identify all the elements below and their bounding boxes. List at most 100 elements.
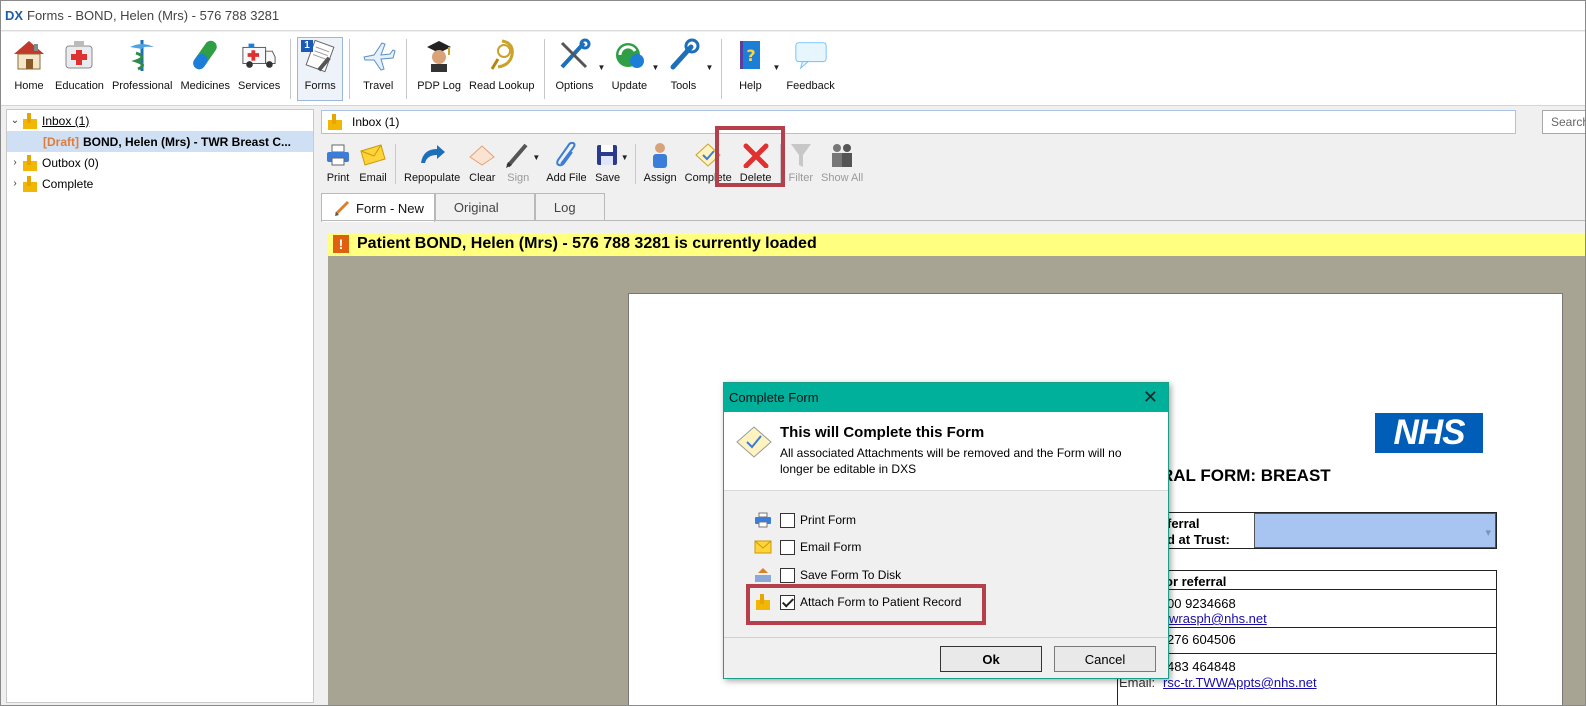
print-form-checkbox[interactable]: [780, 512, 795, 528]
feedback-icon: [793, 36, 829, 74]
chevron-down-icon[interactable]: ▼: [532, 153, 540, 162]
printer-icon: [752, 512, 774, 528]
people-icon: [828, 140, 856, 170]
update-icon: [611, 36, 647, 74]
complete-button-highlight: [715, 126, 785, 187]
nhs-logo: NHS: [1375, 413, 1483, 453]
option-save-to-disk[interactable]: Save Form To Disk: [752, 564, 901, 586]
ribbon-travel-button[interactable]: Travel: [356, 35, 400, 105]
chevron-down-icon[interactable]: ▼: [772, 63, 780, 72]
tree-item-inbox[interactable]: ⌄ Inbox (1): [7, 110, 313, 131]
tab-log[interactable]: Log: [534, 193, 605, 221]
complete-form-dialog: Complete Form ✕ This will Complete this …: [723, 382, 1169, 679]
add-file-button[interactable]: Add File: [542, 138, 590, 188]
ribbon-label: Tools: [670, 80, 697, 92]
ribbon-label: Professional: [111, 80, 173, 92]
folder-icon: [23, 112, 37, 129]
ribbon-home-button[interactable]: Home: [7, 35, 51, 105]
ribbon-feedback-button[interactable]: Feedback: [782, 35, 838, 105]
chevron-down-icon[interactable]: ▼: [651, 63, 659, 72]
table-divider: [1117, 627, 1497, 628]
tree-item-draft-form[interactable]: [Draft] BOND, Helen (Mrs) - TWR Breast C…: [7, 131, 313, 152]
chevron-down-icon[interactable]: ▼: [597, 63, 605, 72]
email-form-checkbox[interactable]: [780, 539, 795, 555]
email-link[interactable]: rsc-tr.TWWAppts@nhs.net: [1163, 675, 1317, 690]
folder-breadcrumb: Inbox (1): [321, 110, 1516, 134]
ribbon-medicines-button[interactable]: Medicines: [176, 35, 234, 105]
ribbon-read-lookup-button[interactable]: Read Lookup: [465, 35, 538, 105]
save-to-disk-checkbox[interactable]: [780, 567, 795, 583]
ambulance-icon: [241, 36, 277, 74]
repopulate-button[interactable]: Repopulate: [400, 138, 464, 188]
dialog-description: All associated Attachments will be remov…: [780, 446, 1122, 476]
ribbon-label: Read Lookup: [469, 80, 535, 92]
expand-right-icon[interactable]: ›: [7, 178, 23, 189]
ribbon-options-button[interactable]: Options ▼: [551, 35, 605, 105]
ribbon-label: Travel: [363, 80, 394, 92]
expand-down-icon[interactable]: ⌄: [7, 115, 23, 126]
option-email-form[interactable]: Email Form: [752, 536, 861, 558]
banner-text: Patient BOND, Helen (Mrs) - 576 788 3281…: [357, 235, 817, 252]
tree-item-label: BOND, Helen (Mrs) - TWR Breast C...: [83, 134, 292, 149]
toolbar-label: Assign: [643, 172, 677, 184]
ribbon-separator: [544, 39, 546, 99]
cancel-button[interactable]: Cancel: [1054, 646, 1156, 672]
dialog-title-bar: Complete Form ✕: [724, 383, 1168, 412]
table-divider: [1117, 653, 1497, 654]
expand-right-icon[interactable]: ›: [7, 157, 23, 168]
option-print-form[interactable]: Print Form: [752, 509, 856, 531]
dxs-window: DX Forms - BOND, Helen (Mrs) - 576 788 3…: [0, 0, 1586, 706]
chevron-down-icon[interactable]: ▼: [621, 153, 629, 162]
tree-item-outbox[interactable]: › Outbox (0): [7, 152, 313, 173]
referral-label-1: ferral: [1167, 516, 1200, 531]
ribbon-tools-button[interactable]: Tools ▼: [661, 35, 713, 105]
form-tabs: Form - New Original Log: [321, 193, 605, 222]
assign-button[interactable]: Assign: [640, 138, 681, 188]
toolbar-label: Sign: [507, 172, 530, 184]
toolbar-label: Filter: [788, 172, 813, 184]
print-button[interactable]: Print: [321, 138, 355, 188]
email-link[interactable]: wrasph@nhs.net: [1169, 611, 1267, 626]
window-title: Forms - BOND, Helen (Mrs) - 576 788 3281: [27, 8, 280, 23]
save-button[interactable]: Save ▼: [591, 138, 629, 188]
breadcrumb-label: Inbox (1): [352, 115, 400, 129]
patient-loaded-banner: ! Patient BOND, Helen (Mrs) - 576 788 32…: [327, 233, 1585, 255]
ribbon-help-button[interactable]: ? Help ▼: [728, 35, 780, 105]
folder-icon: [328, 114, 342, 130]
ribbon-pdp-log-button[interactable]: PDP Log: [413, 35, 465, 105]
ribbon-separator: [290, 39, 292, 99]
tab-form-new[interactable]: Form - New: [321, 193, 435, 222]
complete-form-icon: [734, 424, 774, 463]
tab-original[interactable]: Original: [434, 193, 535, 221]
education-icon: [61, 36, 97, 74]
show-all-button[interactable]: Show All: [817, 138, 867, 188]
ribbon-professional-button[interactable]: Professional: [108, 35, 177, 105]
clear-button[interactable]: Clear: [464, 138, 500, 188]
email-button[interactable]: Email: [355, 138, 391, 188]
filter-button[interactable]: Filter: [785, 138, 817, 188]
tree-item-label: Complete: [42, 176, 94, 191]
ribbon-label: Help: [739, 80, 762, 92]
sign-button[interactable]: Sign ▼: [500, 138, 540, 188]
forms-count-badge: 1: [301, 40, 313, 52]
filter-icon: [789, 140, 813, 170]
ribbon-label: Options: [555, 80, 594, 92]
tab-label: Original: [453, 200, 499, 215]
tree-item-complete[interactable]: › Complete: [7, 173, 313, 194]
phone-number: 483 464848: [1167, 659, 1236, 674]
folder-icon: [23, 175, 37, 192]
professional-icon: [124, 36, 160, 74]
search-input[interactable]: Search: [1542, 110, 1585, 134]
ribbon-label: Update: [611, 80, 648, 92]
chevron-down-icon[interactable]: ▼: [705, 63, 713, 72]
ribbon-update-button[interactable]: Update ▼: [607, 35, 659, 105]
ribbon-education-button[interactable]: Education: [51, 35, 108, 105]
ribbon-services-button[interactable]: Services: [234, 35, 284, 105]
toolbar-label: Repopulate: [404, 172, 461, 184]
toolbar-separator: [634, 144, 636, 184]
close-icon[interactable]: ✕: [1143, 387, 1158, 408]
trust-dropdown[interactable]: [1254, 513, 1496, 548]
ribbon-forms-button[interactable]: 1 Forms: [297, 37, 344, 101]
ok-button[interactable]: Ok: [940, 646, 1042, 672]
pdp-log-icon: [421, 36, 457, 74]
